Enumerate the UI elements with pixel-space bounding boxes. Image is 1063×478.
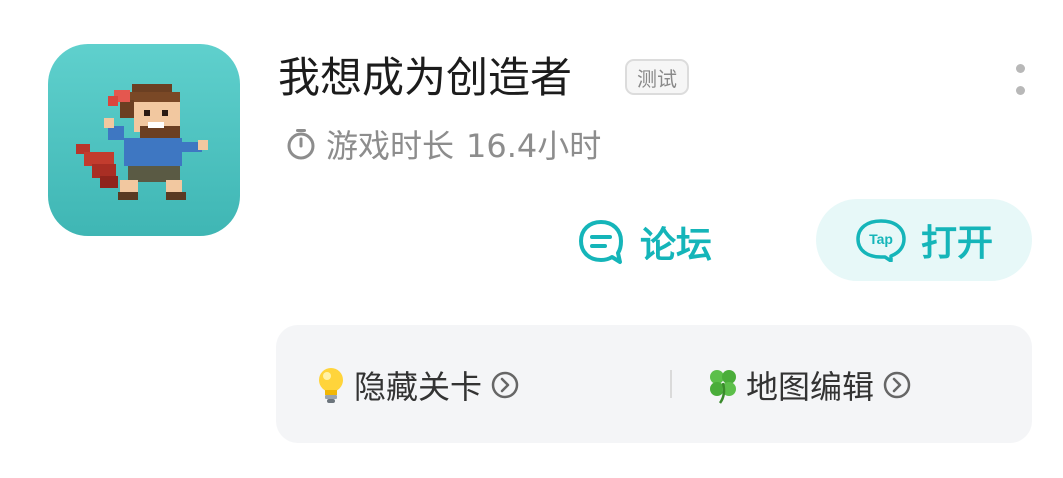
pixel-hero-icon xyxy=(76,84,208,200)
shortcut-label: 地图编辑 xyxy=(746,368,875,406)
status-badge: 测试 xyxy=(625,59,689,95)
tap-logo-icon: Tap xyxy=(856,219,906,262)
playtime-row: 游戏时长 16.4小时 xyxy=(284,122,601,166)
chevron-right-circle-icon xyxy=(883,371,911,399)
open-button[interactable]: Tap 打开 xyxy=(816,199,1032,281)
divider xyxy=(670,370,672,398)
lightbulb-icon xyxy=(319,368,343,403)
shortcut-label: 隐藏关卡 xyxy=(354,368,483,406)
shortcuts-panel: 隐藏关卡 地图编辑 xyxy=(276,325,1032,443)
forum-label: 论坛 xyxy=(640,225,713,266)
open-label: 打开 xyxy=(920,223,993,264)
chevron-right-circle-icon xyxy=(491,371,519,399)
svg-text:Tap: Tap xyxy=(869,231,893,247)
app-icon[interactable] xyxy=(48,44,240,236)
app-title: 我想成为创造者 xyxy=(278,53,573,102)
timer-icon xyxy=(287,129,315,160)
chat-bubble-icon xyxy=(579,220,623,264)
four-leaf-clover-icon xyxy=(710,370,736,404)
shortcut-hidden-levels[interactable]: 隐藏关卡 xyxy=(314,363,520,407)
shortcut-map-editor[interactable]: 地图编辑 xyxy=(706,363,912,407)
playtime-label: 游戏时长 xyxy=(326,127,455,165)
playtime-value: 16.4小时 xyxy=(466,127,602,165)
forum-button[interactable]: 论坛 xyxy=(576,212,712,272)
more-options-icon[interactable] xyxy=(1010,64,1032,98)
